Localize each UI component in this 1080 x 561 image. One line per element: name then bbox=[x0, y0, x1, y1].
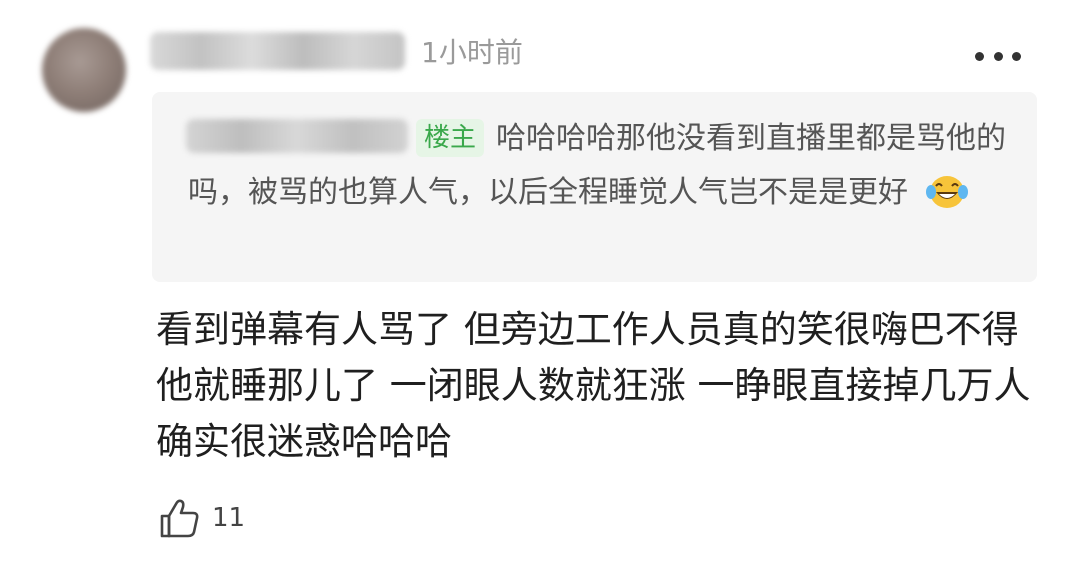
user-avatar[interactable] bbox=[42, 28, 126, 112]
reply-text: 哈哈哈哈那他没看到直播里都是骂他的吗，被骂的也算人气，以后全程睡觉人气岂不是是更… bbox=[188, 121, 1007, 210]
quoted-reply-box[interactable]: 楼主 哈哈哈哈那他没看到直播里都是骂他的吗，被骂的也算人气，以后全程睡觉人气岂不是… bbox=[152, 92, 1037, 282]
comment-time: 1小时前 bbox=[421, 36, 523, 69]
laughing-tears-emoji bbox=[926, 176, 968, 208]
username-blurred[interactable] bbox=[150, 32, 405, 70]
like-count: 11 bbox=[212, 503, 246, 533]
comment-body: 看到弹幕有人骂了 但旁边工作人员真的笑很嗨巴不得他就睡那儿了 一闭眼人数就狂涨 … bbox=[156, 308, 1031, 463]
more-dot-icon bbox=[1012, 51, 1021, 61]
like-button[interactable]: 11 bbox=[158, 496, 245, 540]
more-dot-icon bbox=[993, 51, 1003, 61]
more-options-button[interactable] bbox=[975, 50, 1021, 62]
thumbs-up-icon bbox=[160, 499, 199, 538]
more-dot-icon bbox=[975, 51, 984, 61]
reply-content: 楼主 哈哈哈哈那他没看到直播里都是骂他的吗，被骂的也算人气，以后全程睡觉人气岂不是… bbox=[188, 112, 1008, 220]
owner-badge: 楼主 bbox=[416, 119, 485, 157]
